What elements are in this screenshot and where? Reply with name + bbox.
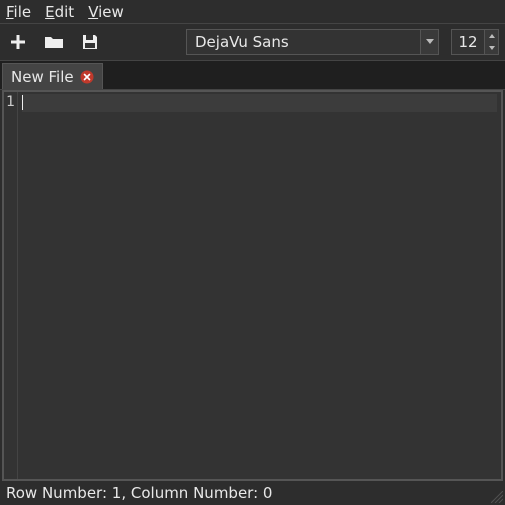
font-family-dropdown-button[interactable] — [420, 30, 438, 54]
chevron-down-icon — [426, 39, 434, 45]
font-family-select[interactable]: DejaVu Sans — [186, 29, 439, 55]
status-text: Row Number: 1, Column Number: 0 — [6, 484, 272, 502]
statusbar: Row Number: 1, Column Number: 0 — [0, 481, 505, 505]
current-line — [22, 94, 497, 112]
code-editor[interactable] — [18, 92, 501, 479]
resize-grip-icon[interactable] — [491, 491, 503, 503]
font-size-down-button[interactable] — [485, 42, 498, 54]
text-cursor — [22, 95, 23, 110]
tab-close-button[interactable] — [80, 70, 94, 84]
line-number: 1 — [4, 94, 15, 110]
tabbar: New File — [0, 60, 505, 90]
open-file-button[interactable] — [42, 30, 66, 54]
tab-label: New File — [11, 68, 74, 86]
font-size-value[interactable]: 12 — [452, 30, 484, 54]
font-family-value: DejaVu Sans — [187, 33, 420, 51]
folder-icon — [44, 33, 64, 51]
font-size-spinner[interactable]: 12 — [451, 29, 499, 55]
editor-area: 1 — [2, 90, 503, 481]
new-file-button[interactable] — [6, 30, 30, 54]
menubar: File Edit View — [0, 0, 505, 24]
line-number-gutter: 1 — [4, 92, 18, 479]
plus-icon — [9, 33, 27, 51]
chevron-up-icon — [489, 34, 495, 38]
floppy-icon — [81, 33, 99, 51]
menu-file[interactable]: File — [6, 3, 31, 21]
close-icon — [80, 70, 94, 84]
font-size-up-button[interactable] — [485, 30, 498, 42]
toolbar: DejaVu Sans 12 — [0, 24, 505, 60]
menu-edit[interactable]: Edit — [45, 3, 74, 21]
chevron-down-icon — [489, 46, 495, 50]
menu-view[interactable]: View — [88, 3, 124, 21]
tab-new-file[interactable]: New File — [2, 63, 103, 89]
save-file-button[interactable] — [78, 30, 102, 54]
